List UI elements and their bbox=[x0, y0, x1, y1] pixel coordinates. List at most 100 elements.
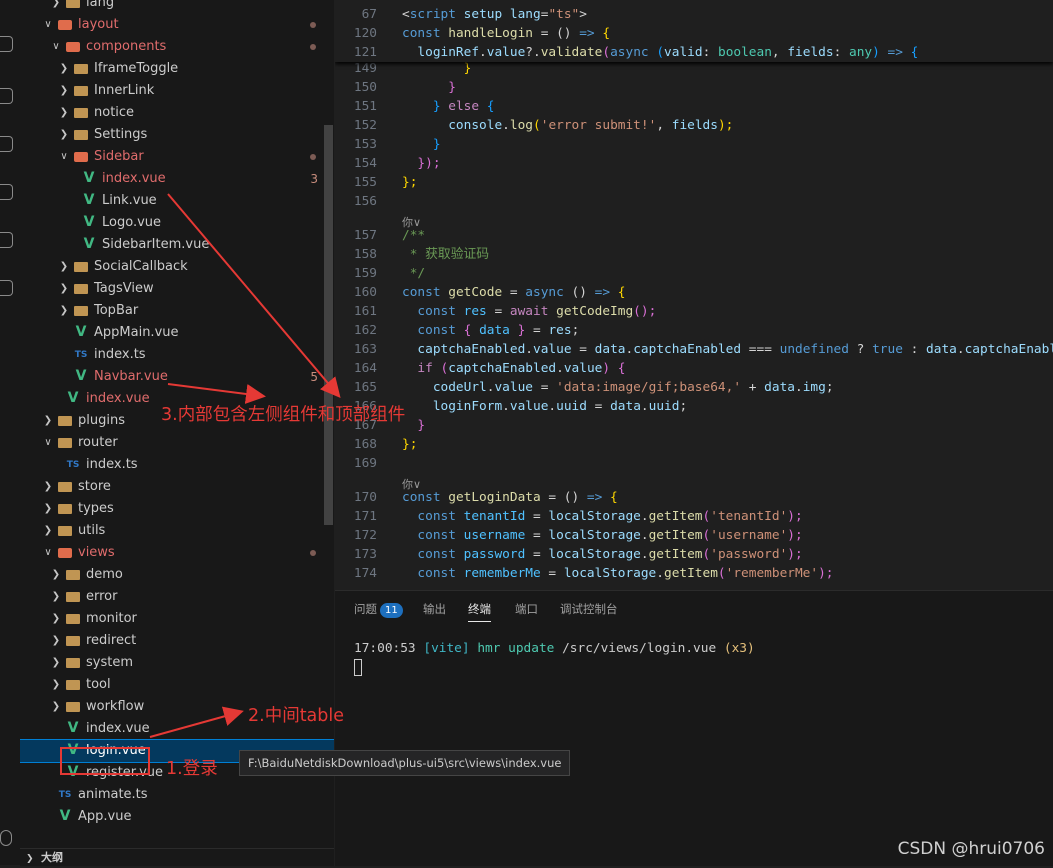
chevron-right-icon[interactable]: ❯ bbox=[58, 256, 70, 278]
code-line[interactable]: 166 loginForm.value.uuid = data.uuid; bbox=[335, 397, 1053, 416]
outline-section[interactable]: ❯ 大纲 bbox=[20, 848, 334, 866]
chevron-right-icon[interactable]: ❯ bbox=[50, 0, 62, 14]
tree-item[interactable]: ❯ TagsView bbox=[20, 278, 334, 300]
tree-item[interactable]: ∨ views bbox=[20, 542, 334, 564]
terminal-output[interactable]: 17:00:53 [vite] hmr update /src/views/lo… bbox=[354, 641, 755, 656]
tree-item[interactable]: ❯ Settings bbox=[20, 124, 334, 146]
tree-item[interactable]: ❯ error bbox=[20, 586, 334, 608]
tree-item[interactable]: ∨ layout bbox=[20, 14, 334, 36]
code-line[interactable]: 172 const username = localStorage.getIte… bbox=[335, 526, 1053, 545]
tree-item[interactable]: TS index.ts bbox=[20, 454, 334, 476]
chevron-right-icon[interactable]: ❯ bbox=[50, 564, 62, 586]
code-line[interactable]: 154 }); bbox=[335, 154, 1053, 173]
remote-icon[interactable] bbox=[0, 184, 13, 200]
chevron-right-icon[interactable]: ❯ bbox=[58, 80, 70, 102]
tree-item[interactable]: V Navbar.vue 5 bbox=[20, 366, 334, 388]
chevron-right-icon[interactable]: ❯ bbox=[58, 300, 70, 322]
tree-item[interactable]: Vindex.vue 3 bbox=[20, 168, 334, 190]
chevron-down-icon[interactable]: ∨ bbox=[42, 542, 54, 564]
tree-item[interactable]: TS animate.ts bbox=[20, 784, 334, 806]
tree-item[interactable]: ❯ redirect bbox=[20, 630, 334, 652]
chevron-right-icon[interactable]: ❯ bbox=[42, 498, 54, 520]
chevron-right-icon[interactable]: ❯ bbox=[58, 124, 70, 146]
account-icon[interactable] bbox=[0, 830, 12, 846]
tree-item[interactable]: V Link.vue bbox=[20, 190, 334, 212]
code-line[interactable]: 152 console.log('error submit!', fields)… bbox=[335, 116, 1053, 135]
tree-item[interactable]: ❯ system bbox=[20, 652, 334, 674]
chevron-down-icon[interactable]: ∨ bbox=[50, 36, 62, 58]
code-line[interactable]: 173 const password = localStorage.getIte… bbox=[335, 545, 1053, 564]
chevron-right-icon[interactable]: ❯ bbox=[50, 630, 62, 652]
chevron-right-icon[interactable]: ❯ bbox=[58, 278, 70, 300]
code-line[interactable]: 174 const rememberMe = localStorage.getI… bbox=[335, 564, 1053, 583]
tree-item[interactable]: ❯ demo bbox=[20, 564, 334, 586]
code-line[interactable]: 161 const res = await getCodeImg(); bbox=[335, 302, 1053, 321]
chevron-down-icon[interactable]: ∨ bbox=[42, 14, 54, 36]
tree-item[interactable]: V SidebarItem.vue bbox=[20, 234, 334, 256]
tree-item[interactable]: ❯ SocialCallback bbox=[20, 256, 334, 278]
code-line[interactable]: 67 <script setup lang="ts"> bbox=[335, 5, 1053, 24]
chevron-right-icon[interactable]: ❯ bbox=[50, 586, 62, 608]
code-line[interactable]: 162 const { data } = res; bbox=[335, 321, 1053, 340]
code-line[interactable]: 168}; bbox=[335, 435, 1053, 454]
code-line[interactable]: 153 } bbox=[335, 135, 1053, 154]
code-line[interactable]: 167 } bbox=[335, 416, 1053, 435]
code-line[interactable]: 150 } bbox=[335, 78, 1053, 97]
tree-item[interactable]: ❯ lang bbox=[20, 0, 334, 14]
code-line[interactable]: 120 const handleLogin = () => { bbox=[335, 24, 1053, 43]
code-line[interactable]: 151 } else { bbox=[335, 97, 1053, 116]
chevron-right-icon[interactable]: ❯ bbox=[42, 476, 54, 498]
tree-item[interactable]: ❯ tool bbox=[20, 674, 334, 696]
tree-item[interactable]: ❯ IframeToggle bbox=[20, 58, 334, 80]
chevron-right-icon[interactable]: ❯ bbox=[42, 410, 54, 432]
tree-item[interactable]: ❯ monitor bbox=[20, 608, 334, 630]
chevron-right-icon[interactable]: ❯ bbox=[50, 652, 62, 674]
code-line[interactable]: 170 const getLoginData = () => { bbox=[335, 488, 1053, 507]
extensions-icon[interactable] bbox=[0, 136, 13, 152]
code-line[interactable]: 121 loginRef.value?.validate(async (vali… bbox=[335, 43, 1053, 62]
code-line[interactable]: 159 */ bbox=[335, 264, 1053, 283]
code-line[interactable]: 155}; bbox=[335, 173, 1053, 192]
tree-item[interactable]: ❯ types bbox=[20, 498, 334, 520]
code-line[interactable]: 157 /** bbox=[335, 226, 1053, 245]
chevron-right-icon[interactable]: ❯ bbox=[58, 102, 70, 124]
panel-tab[interactable]: 问题 11 bbox=[354, 601, 403, 618]
panel-tab[interactable]: 调试控制台 bbox=[560, 601, 618, 617]
tree-item[interactable]: TS index.ts bbox=[20, 344, 334, 366]
chevron-down-icon[interactable]: ∨ bbox=[42, 432, 54, 454]
tree-item[interactable]: V AppMain.vue bbox=[20, 322, 334, 344]
panel-tab[interactable]: 终端 bbox=[468, 601, 491, 622]
code-line[interactable]: 156 bbox=[335, 192, 1053, 211]
code-line[interactable]: 165 codeUrl.value = 'data:image/gif;base… bbox=[335, 378, 1053, 397]
tree-item[interactable]: ❯ notice bbox=[20, 102, 334, 124]
tree-item[interactable]: ❯ TopBar bbox=[20, 300, 334, 322]
code-line[interactable]: 163 captchaEnabled.value = data.captchaE… bbox=[335, 340, 1053, 359]
chevron-right-icon[interactable]: ❯ bbox=[42, 520, 54, 542]
panel-tab[interactable]: 输出 bbox=[423, 601, 446, 617]
code-line[interactable]: 164 if (captchaEnabled.value) { bbox=[335, 359, 1053, 378]
chevron-down-icon[interactable]: ∨ bbox=[58, 146, 70, 168]
tree-item[interactable]: V App.vue bbox=[20, 806, 334, 828]
code-line[interactable]: 171 const tenantId = localStorage.getIte… bbox=[335, 507, 1053, 526]
testing-icon[interactable] bbox=[0, 232, 13, 248]
tree-item[interactable]: ∨ router bbox=[20, 432, 334, 454]
code-line[interactable]: 169 bbox=[335, 454, 1053, 473]
tree-item[interactable]: V Logo.vue bbox=[20, 212, 334, 234]
code-line[interactable]: 158 * 获取验证码 bbox=[335, 245, 1053, 264]
chevron-right-icon[interactable]: ❯ bbox=[50, 674, 62, 696]
chevron-right-icon[interactable]: ❯ bbox=[50, 696, 62, 718]
sticky-scroll[interactable]: 67 <script setup lang="ts"> 120 const handl… bbox=[335, 0, 1053, 62]
tree-item[interactable]: ❯ InnerLink bbox=[20, 80, 334, 102]
tree-item[interactable]: ∨ components bbox=[20, 36, 334, 58]
code-editor[interactable]: 67 <script setup lang="ts"> 120 const handl… bbox=[335, 0, 1053, 590]
docker-icon[interactable] bbox=[0, 280, 13, 296]
tree-item[interactable]: ❯ store bbox=[20, 476, 334, 498]
tree-item[interactable]: ❯ utils bbox=[20, 520, 334, 542]
panel-tab[interactable]: 端口 bbox=[515, 601, 538, 617]
git-icon[interactable] bbox=[0, 36, 13, 52]
run-icon[interactable] bbox=[0, 88, 13, 104]
chevron-right-icon[interactable]: ❯ bbox=[50, 608, 62, 630]
chevron-right-icon[interactable]: ❯ bbox=[58, 58, 70, 80]
code-line[interactable]: 160 const getCode = async () => { bbox=[335, 283, 1053, 302]
tree-item[interactable]: ∨ Sidebar bbox=[20, 146, 334, 168]
